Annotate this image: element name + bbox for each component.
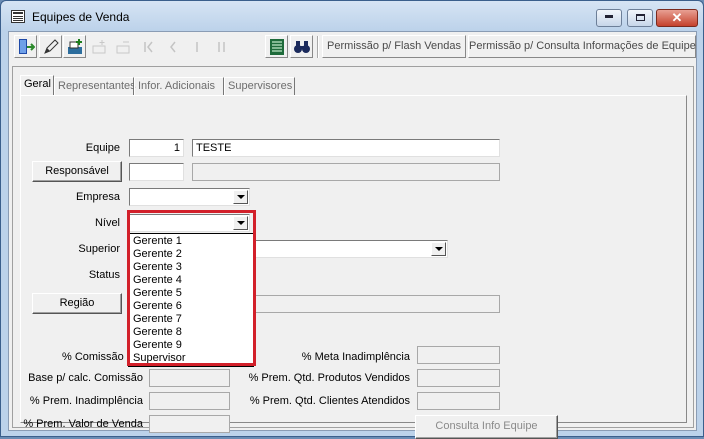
- prem-valor-venda-field: [149, 415, 230, 433]
- toolbar: Permissão p/ Flash Vendas Permissão p/ C…: [12, 34, 696, 60]
- chevron-down-icon[interactable]: [431, 242, 446, 256]
- close-icon: ✕: [671, 10, 683, 25]
- title-bar[interactable]: Equipes de Venda ✕: [1, 1, 703, 31]
- add-disabled-button: [87, 35, 110, 58]
- permissao-flash-vendas-button[interactable]: Permissão p/ Flash Vendas: [322, 35, 466, 58]
- permissao-consulta-equipe-button[interactable]: Permissão p/ Consulta Informações de Equ…: [468, 35, 696, 58]
- client-area: Permissão p/ Flash Vendas Permissão p/ C…: [8, 31, 697, 439]
- report-button[interactable]: [265, 35, 288, 58]
- edit-icon: [44, 39, 59, 54]
- app-icon: [11, 10, 25, 23]
- chevron-down-icon[interactable]: [233, 216, 248, 230]
- prem-produtos-label: % Prem. Qtd. Produtos Vendidos: [248, 372, 410, 384]
- responsavel-button[interactable]: Responsável: [32, 161, 122, 182]
- prev-record-button: [161, 35, 184, 58]
- next-record-button: [185, 35, 208, 58]
- base-comissao-field: [149, 369, 230, 387]
- prem-produtos-field: [417, 369, 500, 387]
- nivel-dropdown-list: Gerente 1 Gerente 2 Gerente 3 Gerente 4 …: [128, 233, 254, 367]
- last-record-button: [209, 35, 232, 58]
- binoculars-icon: [294, 41, 310, 53]
- nivel-option-gerente-5[interactable]: Gerente 5: [133, 287, 182, 300]
- first-record-button: [137, 35, 160, 58]
- remove-disabled-icon: [116, 41, 130, 54]
- window-title: Equipes de Venda: [32, 10, 130, 24]
- maximize-button[interactable]: [627, 9, 653, 27]
- chevron-down-icon[interactable]: [233, 190, 248, 204]
- prem-inadimplencia-field: [149, 392, 230, 410]
- tab-representantes[interactable]: Representantes: [54, 77, 136, 95]
- superior-label: Superior: [78, 243, 120, 255]
- last-record-icon: [218, 42, 225, 52]
- base-comissao-label: Base p/ calc. Comissão: [28, 372, 143, 384]
- report-icon: [270, 39, 284, 55]
- nivel-option-gerente-8[interactable]: Gerente 8: [133, 326, 182, 339]
- nivel-option-gerente-2[interactable]: Gerente 2: [133, 248, 182, 261]
- equipes-window: Equipes de Venda ✕ Permissão p/ Flash Ve…: [0, 0, 704, 439]
- equipe-name-field[interactable]: TESTE: [192, 139, 500, 157]
- nivel-option-gerente-3[interactable]: Gerente 3: [133, 261, 182, 274]
- meta-inadimplencia-field: [417, 346, 500, 364]
- first-record-icon: [144, 41, 153, 53]
- equipe-code-field[interactable]: 1: [129, 139, 184, 157]
- nivel-option-gerente-4[interactable]: Gerente 4: [133, 274, 182, 287]
- tab-infor-adicionais[interactable]: Infor. Adicionais: [134, 77, 224, 95]
- nivel-option-gerente-1[interactable]: Gerente 1: [133, 235, 182, 248]
- minimize-button[interactable]: [596, 9, 622, 27]
- equipe-label: Equipe: [85, 142, 120, 154]
- add-button[interactable]: [63, 35, 86, 58]
- nivel-option-gerente-7[interactable]: Gerente 7: [133, 313, 182, 326]
- exit-icon: [19, 39, 35, 54]
- responsavel-code-field[interactable]: [129, 163, 184, 181]
- nivel-combo[interactable]: [129, 214, 250, 232]
- empresa-combo[interactable]: [129, 188, 250, 206]
- search-button[interactable]: [290, 35, 313, 58]
- remove-disabled-button: [111, 35, 134, 58]
- nivel-label: Nível: [94, 217, 120, 229]
- regiao-button[interactable]: Região: [32, 293, 122, 314]
- tab-geral[interactable]: Geral: [20, 75, 54, 96]
- next-record-icon: [196, 42, 198, 52]
- comissao-label: % Comissão F: [62, 351, 134, 363]
- nivel-option-gerente-9[interactable]: Gerente 9: [133, 339, 182, 352]
- responsavel-name-field: [192, 163, 500, 181]
- add-disabled-icon: [92, 40, 106, 54]
- prem-inadimplencia-label: % Prem. Inadimplência: [29, 395, 143, 407]
- tab-supervisores[interactable]: Supervisores: [224, 77, 295, 95]
- close-button[interactable]: ✕: [656, 9, 698, 27]
- add-icon: [68, 39, 82, 54]
- prev-record-icon: [170, 41, 176, 53]
- prem-clientes-field: [417, 392, 500, 410]
- exit-button[interactable]: [14, 35, 37, 58]
- maximize-icon: [635, 14, 645, 21]
- main-panel: Geral Representantes Infor. Adicionais S…: [12, 66, 694, 439]
- edit-button[interactable]: [39, 35, 62, 58]
- empresa-label: Empresa: [75, 191, 120, 203]
- minimize-icon: [605, 15, 613, 18]
- consulta-info-equipe-button[interactable]: Consulta Info Equipe: [415, 415, 558, 439]
- meta-inadimplencia-label: % Meta Inadimplência: [301, 351, 410, 363]
- status-label: Status: [88, 269, 120, 281]
- prem-valor-venda-label: % Prem. Valor de Venda: [23, 418, 143, 430]
- prem-clientes-label: % Prem. Qtd. Clientes Atendidos: [249, 395, 410, 407]
- toolbar-separator: [317, 36, 319, 58]
- nivel-option-gerente-6[interactable]: Gerente 6: [133, 300, 182, 313]
- nivel-option-supervisor[interactable]: Supervisor: [133, 352, 186, 365]
